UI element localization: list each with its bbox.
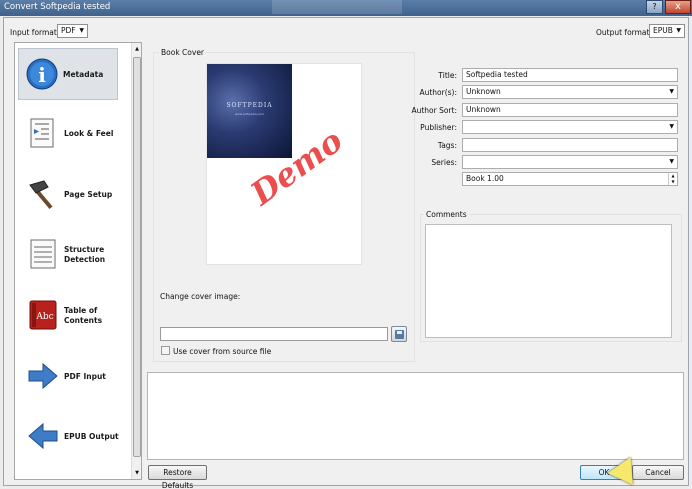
output-format-select[interactable]: EPUB ▼ (649, 24, 685, 38)
sidebar-item-look-and-feel[interactable]: Look & Feel (20, 108, 130, 160)
svg-text:Abc: Abc (35, 312, 53, 322)
cover-path-input[interactable] (160, 327, 388, 341)
book-number-value: Book 1.00 (466, 174, 504, 183)
scroll-up-icon[interactable]: ▲ (133, 44, 141, 54)
document-lines-icon (30, 239, 56, 269)
series-label: Series: (431, 158, 457, 167)
title-value: Softpedia tested (466, 70, 528, 79)
sidebar-item-label: PDF Input (64, 372, 106, 381)
close-button[interactable]: x (665, 0, 691, 14)
cover-brand: SOFTPEDIA (226, 102, 273, 109)
restore-defaults-button[interactable]: Restore Defaults (148, 465, 207, 489)
cover-url: www.softpedia.com (234, 112, 265, 116)
window-title: Convert Softpedia tested (4, 2, 111, 12)
indent-document-icon (30, 118, 54, 148)
sections-scrollbar[interactable]: ▲ ▼ (131, 43, 141, 479)
book-cover-label: Book Cover (159, 48, 207, 57)
info-icon: i (26, 58, 58, 90)
sidebar-item-structure-detection[interactable]: Structure Detection (20, 229, 130, 281)
comments-textarea[interactable] (425, 224, 672, 338)
authors-label: Author(s): (419, 88, 457, 97)
help-button[interactable]: ? (646, 0, 663, 14)
sidebar-item-label: Page Setup (64, 190, 113, 199)
sidebar-item-page-setup[interactable]: Page Setup (20, 169, 130, 221)
floppy-disk-icon (395, 330, 404, 339)
red-book-icon: Abc (29, 300, 57, 330)
change-cover-label: Change cover image: (160, 292, 241, 301)
arrow-left-icon (28, 422, 58, 450)
authors-combo[interactable]: Unknown ▼ (462, 85, 678, 99)
cover-image: SOFTPEDIA www.softpedia.com (207, 64, 292, 158)
comments-label: Comments (424, 210, 469, 219)
arrow-right-icon (28, 362, 58, 390)
input-format-value: PDF (61, 26, 76, 35)
book-number-spinbox[interactable]: Book 1.00 ▲ ▼ (462, 172, 678, 186)
scroll-thumb[interactable] (133, 57, 141, 457)
use-source-cover-checkbox[interactable] (161, 346, 170, 355)
chevron-down-icon: ▼ (676, 27, 681, 34)
series-combo[interactable]: ▼ (462, 155, 678, 169)
title-input[interactable]: Softpedia tested (462, 68, 678, 82)
author-sort-value: Unknown (466, 105, 501, 114)
help-text-area (147, 372, 684, 460)
sidebar-item-label: EPUB Output (64, 432, 119, 441)
sidebar-item-table-of-contents[interactable]: Abc Table of Contents (20, 290, 130, 342)
author-sort-input[interactable]: Unknown (462, 103, 678, 117)
title-bar: Convert Softpedia tested ? x (0, 0, 692, 16)
title-watermark (272, 0, 402, 14)
output-format-label: Output format: (596, 28, 652, 37)
input-format-select[interactable]: PDF ▼ (57, 24, 88, 38)
svg-text:i: i (38, 63, 46, 87)
publisher-label: Publisher: (420, 123, 457, 132)
sidebar-item-label: Structure Detection (64, 245, 106, 264)
sidebar-item-label: Metadata (63, 70, 104, 79)
sidebar-item-label: Look & Feel (64, 129, 114, 138)
spin-arrows-icon[interactable]: ▲ ▼ (668, 173, 677, 185)
title-label: Title: (438, 71, 457, 80)
hammer-icon (29, 180, 53, 210)
output-format-value: EPUB (653, 26, 673, 35)
use-source-cover-label: Use cover from source file (173, 347, 272, 356)
publisher-combo[interactable]: ▼ (462, 120, 678, 134)
sidebar-item-pdf-input[interactable]: PDF Input (20, 351, 130, 403)
sidebar-item-label: Table of Contents (64, 306, 103, 325)
tags-input[interactable] (462, 138, 678, 152)
scroll-down-icon[interactable]: ▼ (133, 468, 141, 478)
sidebar-item-metadata[interactable]: i Metadata (18, 48, 118, 100)
browse-cover-button[interactable] (391, 326, 407, 342)
chevron-down-icon[interactable]: ▼ (669, 86, 674, 98)
chevron-down-icon[interactable]: ▼ (669, 121, 674, 133)
chevron-down-icon[interactable]: ▼ (669, 156, 674, 168)
authors-value: Unknown (466, 87, 501, 96)
input-format-label: Input format: (10, 28, 60, 37)
author-sort-label: Author Sort: (411, 106, 457, 115)
sidebar-item-epub-output[interactable]: EPUB Output (20, 411, 130, 463)
tags-label: Tags: (437, 141, 457, 150)
chevron-down-icon: ▼ (79, 27, 84, 34)
